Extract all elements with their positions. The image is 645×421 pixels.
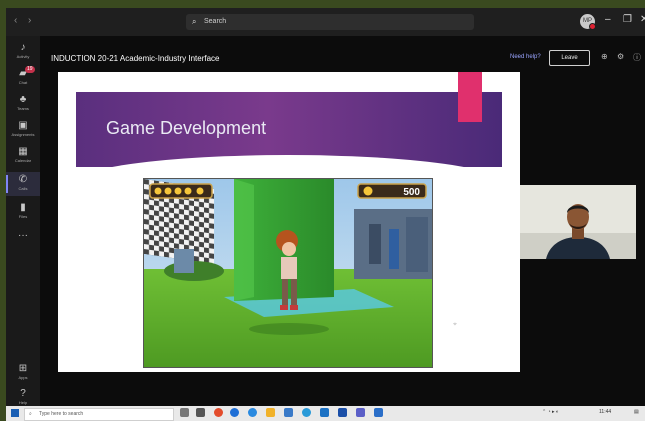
bell-icon: ♪ bbox=[20, 42, 26, 53]
zoom-icon[interactable]: ⊕ bbox=[601, 52, 608, 61]
tray-icons[interactable]: ⌃ ◔ ▸ ◐ bbox=[542, 409, 559, 415]
settings-icon[interactable]: ⚙ bbox=[617, 52, 624, 61]
chrome-icon[interactable] bbox=[214, 408, 223, 417]
taskbar-search-placeholder: Type here to search bbox=[39, 411, 84, 417]
chat-icon: ▰ bbox=[19, 68, 27, 79]
rail-apps[interactable]: ⊞ Apps bbox=[6, 361, 40, 385]
search-icon: ⌕ bbox=[192, 17, 197, 26]
windows-start-icon[interactable] bbox=[11, 409, 19, 417]
teams-icon: ♣ bbox=[19, 94, 27, 105]
forward-button[interactable]: › bbox=[28, 15, 31, 26]
info-icon[interactable]: ⓘ bbox=[633, 52, 641, 63]
rail-label: Chat bbox=[18, 80, 28, 85]
file-explorer-icon[interactable] bbox=[266, 408, 275, 417]
browser-icon[interactable] bbox=[248, 408, 257, 417]
shared-slide: Game Development 500 bbox=[58, 72, 520, 372]
cortana-icon[interactable] bbox=[180, 408, 189, 417]
help-icon: ? bbox=[20, 388, 26, 399]
leave-button[interactable]: Leave bbox=[549, 50, 590, 66]
rail-assignments[interactable]: ▣ Assignments bbox=[6, 118, 40, 142]
game-scene: 500 bbox=[144, 179, 432, 367]
rail-label: Activity bbox=[16, 54, 30, 59]
assignments-icon: ▣ bbox=[18, 120, 28, 131]
avatar[interactable]: MP bbox=[580, 14, 596, 30]
rail-label: Calls bbox=[18, 186, 28, 191]
taskbar-search-input[interactable]: ⌕ Type here to search bbox=[24, 408, 174, 421]
word-icon[interactable] bbox=[338, 408, 347, 417]
rail-files[interactable]: ▮ Files bbox=[6, 200, 40, 224]
title-bar: ‹ › ⌕ Search MP – ❐ ✕ bbox=[6, 8, 645, 36]
game-screenshot: 500 bbox=[143, 178, 433, 368]
minimize-button[interactable]: – bbox=[605, 14, 611, 25]
files-icon: ▮ bbox=[20, 202, 26, 213]
rail-chat[interactable]: ▰ 19 Chat bbox=[6, 66, 40, 90]
rail-label: Teams bbox=[17, 106, 29, 111]
taskbar-clock[interactable]: 11:44 bbox=[599, 409, 611, 415]
notifications-icon[interactable]: ▤ bbox=[634, 409, 639, 415]
store-icon[interactable] bbox=[320, 408, 329, 417]
teams-window: ‹ › ⌕ Search MP – ❐ ✕ ♪ Activity ▰ 19 Ch… bbox=[6, 8, 645, 421]
calls-icon: ✆ bbox=[18, 174, 28, 185]
app-icon[interactable] bbox=[302, 408, 311, 417]
accent-bar bbox=[458, 72, 482, 122]
back-button[interactable]: ‹ bbox=[14, 15, 17, 26]
chat-badge: 19 bbox=[25, 66, 35, 73]
edge-icon[interactable] bbox=[230, 408, 239, 417]
rail-teams[interactable]: ♣ Teams bbox=[6, 92, 40, 116]
meeting-title: INDUCTION 20-21 Academic-Industry Interf… bbox=[51, 54, 220, 63]
search-input[interactable]: ⌕ Search bbox=[186, 14, 474, 30]
rail-label: Apps bbox=[18, 375, 28, 380]
coin-counter: 500 bbox=[403, 187, 420, 198]
calendar-icon: ▦ bbox=[18, 146, 28, 157]
mail-icon[interactable] bbox=[284, 408, 293, 417]
rail-label: Files bbox=[18, 214, 28, 219]
rail-activity[interactable]: ♪ Activity bbox=[6, 40, 40, 64]
rail-calls[interactable]: ✆ Calls bbox=[6, 172, 40, 196]
rail-more[interactable]: ··· bbox=[6, 228, 40, 252]
app-rail: ♪ Activity ▰ 19 Chat ♣ Teams ▣ Assignmen… bbox=[6, 36, 40, 406]
apps-icon: ⊞ bbox=[18, 363, 28, 374]
outlook-icon[interactable] bbox=[374, 408, 383, 417]
search-placeholder: Search bbox=[204, 18, 227, 25]
more-icon: ··· bbox=[18, 230, 28, 241]
participant-video[interactable] bbox=[520, 185, 636, 259]
slide-title: Game Development bbox=[106, 118, 267, 138]
close-button[interactable]: ✕ bbox=[640, 14, 645, 25]
rail-label: Calendar bbox=[14, 158, 32, 163]
rail-calendar[interactable]: ▦ Calendar bbox=[6, 144, 40, 168]
task-view-icon[interactable] bbox=[196, 408, 205, 417]
teams-taskbar-icon[interactable] bbox=[356, 408, 365, 417]
search-icon: ⌕ bbox=[29, 411, 32, 417]
presence-dot-icon bbox=[589, 23, 596, 30]
mouse-cursor-icon: ⌖ bbox=[453, 321, 457, 328]
rail-label: Assignments bbox=[11, 132, 35, 137]
maximize-button[interactable]: ❐ bbox=[623, 14, 632, 25]
windows-taskbar: ⌕ Type here to search ⌃ ◔ ▸ ◐ 11:44 ▤ bbox=[6, 406, 645, 421]
participant-image bbox=[520, 185, 636, 259]
need-help-link[interactable]: Need help? bbox=[510, 54, 541, 60]
